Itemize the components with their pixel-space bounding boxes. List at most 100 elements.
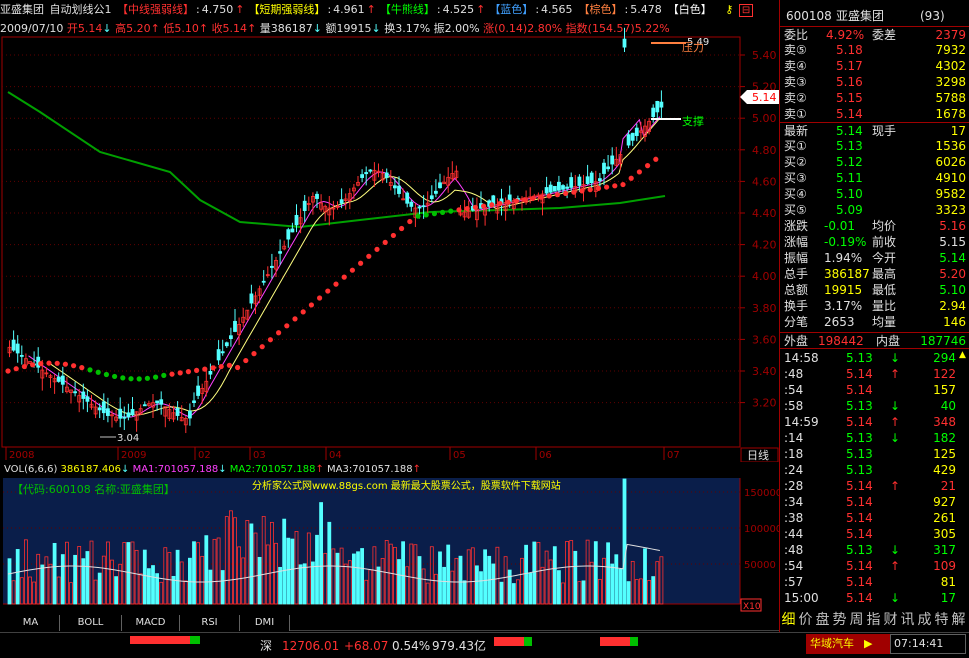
- close-arrow: ↑: [247, 22, 257, 35]
- sar-dot: [415, 213, 421, 219]
- volume-chart[interactable]: 150000 100000 50000 X10 【代码:600108 名称:亚盛集团…: [0, 462, 779, 614]
- sar-dot: [259, 344, 265, 350]
- volume-bar: [360, 548, 365, 605]
- quote-tab[interactable]: 解: [950, 610, 967, 630]
- quote-tab[interactable]: 讯: [899, 610, 916, 630]
- candle-body: [175, 407, 180, 416]
- sar-dot: [71, 363, 77, 369]
- quote-tab[interactable]: 价: [797, 610, 814, 630]
- tick-row: 14:59 5.14 ↑ 348: [784, 415, 956, 429]
- sar-dot: [292, 316, 298, 322]
- volume-bar: [606, 542, 610, 605]
- candlestick-chart[interactable]: 5.405.205.004.804.604.404.204.003.803.60…: [0, 0, 779, 470]
- tick-row: :54 5.14 ↑ 109: [784, 559, 956, 573]
- open-arrow: ↓: [102, 22, 112, 35]
- lock-icon[interactable]: ⚷: [725, 3, 733, 16]
- sar-dot: [653, 156, 659, 162]
- sar-dot: [431, 211, 437, 217]
- sar-dot: [472, 204, 478, 210]
- candle-body: [634, 127, 639, 136]
- sar-dot: [349, 267, 355, 273]
- sar-dot: [563, 190, 569, 197]
- date-tick: 2009: [121, 450, 146, 461]
- indicator-name[interactable]: 自动划线公1: [50, 3, 112, 16]
- candle-body: [278, 251, 283, 254]
- volume-bar: [622, 478, 627, 605]
- candle-body: [392, 185, 397, 189]
- close-text: 收5.14: [211, 22, 248, 35]
- volume-tick: 100000: [744, 524, 779, 535]
- market-bar-2: [524, 637, 532, 646]
- indicator-item: 【白色】: [667, 3, 712, 16]
- ma3-value: MA3:701057.188: [327, 464, 413, 475]
- candle-body: [19, 355, 24, 357]
- news-ticker-label[interactable]: 华域汽车: [810, 631, 854, 657]
- market-bar-3: [600, 637, 630, 646]
- close-icon[interactable]: ⊟: [738, 4, 754, 17]
- volume-bar: [618, 568, 623, 605]
- sar-dot: [464, 205, 470, 212]
- date-tick: 02: [198, 450, 211, 461]
- quote-tab[interactable]: 盘: [814, 610, 831, 630]
- volume-bar: [507, 569, 512, 605]
- tab-rsi[interactable]: RSI: [180, 615, 240, 631]
- volume-bar: [479, 571, 483, 605]
- volume-bar: [524, 544, 528, 605]
- quote-tab[interactable]: 财: [882, 610, 899, 630]
- sar-dot: [317, 295, 323, 301]
- candle-body: [544, 187, 549, 194]
- sar-dot: [62, 361, 68, 367]
- candle-body: [606, 166, 610, 170]
- candle-body: [302, 200, 307, 212]
- quote-tab[interactable]: 成: [916, 610, 933, 630]
- candle-body: [421, 205, 426, 208]
- clock-time: 07:14:41: [894, 637, 944, 650]
- sar-dot: [325, 288, 331, 294]
- quote-tab[interactable]: 势: [831, 610, 848, 630]
- date-tick: 06: [539, 450, 552, 461]
- volume-text: 量386187: [259, 22, 313, 35]
- candle-body: [548, 184, 553, 193]
- stock-name[interactable]: 亚盛集团: [0, 3, 44, 16]
- indicator-item: 【短期强弱线】:4.961 ↑: [248, 3, 376, 16]
- market-bar-4: [630, 637, 638, 646]
- candle-body: [216, 349, 221, 361]
- tab-dmi[interactable]: DMI: [240, 615, 290, 631]
- sar-dot: [440, 209, 446, 215]
- index-value: 12706.01: [282, 639, 340, 653]
- candle-body: [60, 375, 65, 385]
- tab-boll[interactable]: BOLL: [60, 615, 122, 631]
- volume-bar: [7, 558, 12, 605]
- candle-body: [364, 172, 369, 175]
- quote-tab[interactable]: 特: [933, 610, 950, 630]
- volume-bar: [114, 576, 118, 605]
- tab-macd[interactable]: MACD: [122, 615, 180, 631]
- date-text: 2009/07/10: [0, 22, 64, 35]
- up-bar-left: [130, 636, 140, 644]
- candle-body: [196, 385, 201, 396]
- vol-value: 386187.406: [60, 464, 121, 475]
- down-bar-2: [190, 636, 200, 644]
- sar-dot: [341, 274, 347, 280]
- quote-stat-row: 总额 19915 最低 5.10: [784, 283, 966, 297]
- quote-tab[interactable]: 周: [848, 610, 865, 630]
- sar-dot: [5, 368, 11, 374]
- volume-bar: [614, 554, 619, 605]
- weibi-row: 委比 4.92% 委差 2379: [780, 26, 969, 42]
- index-text: 指数(154.57)5.22%: [565, 22, 670, 35]
- volume-bar: [249, 523, 254, 605]
- volume-bar: [208, 569, 213, 605]
- volume-bar: [126, 542, 131, 605]
- candle-body: [561, 185, 565, 190]
- quote-tab[interactable]: 细: [780, 610, 797, 630]
- high-arrow: ↑: [150, 22, 160, 35]
- candle-body: [429, 195, 434, 200]
- sar-dot: [235, 364, 241, 371]
- tab-ma[interactable]: MA: [2, 615, 60, 631]
- sar-dot: [54, 360, 60, 366]
- tick-scrollbar[interactable]: ▲: [958, 350, 969, 608]
- ticker-arrow-icon[interactable]: ▶: [864, 631, 872, 657]
- quote-tab[interactable]: 指: [865, 610, 882, 630]
- volume-bar: [499, 581, 504, 605]
- period-button[interactable]: 日线: [740, 447, 779, 463]
